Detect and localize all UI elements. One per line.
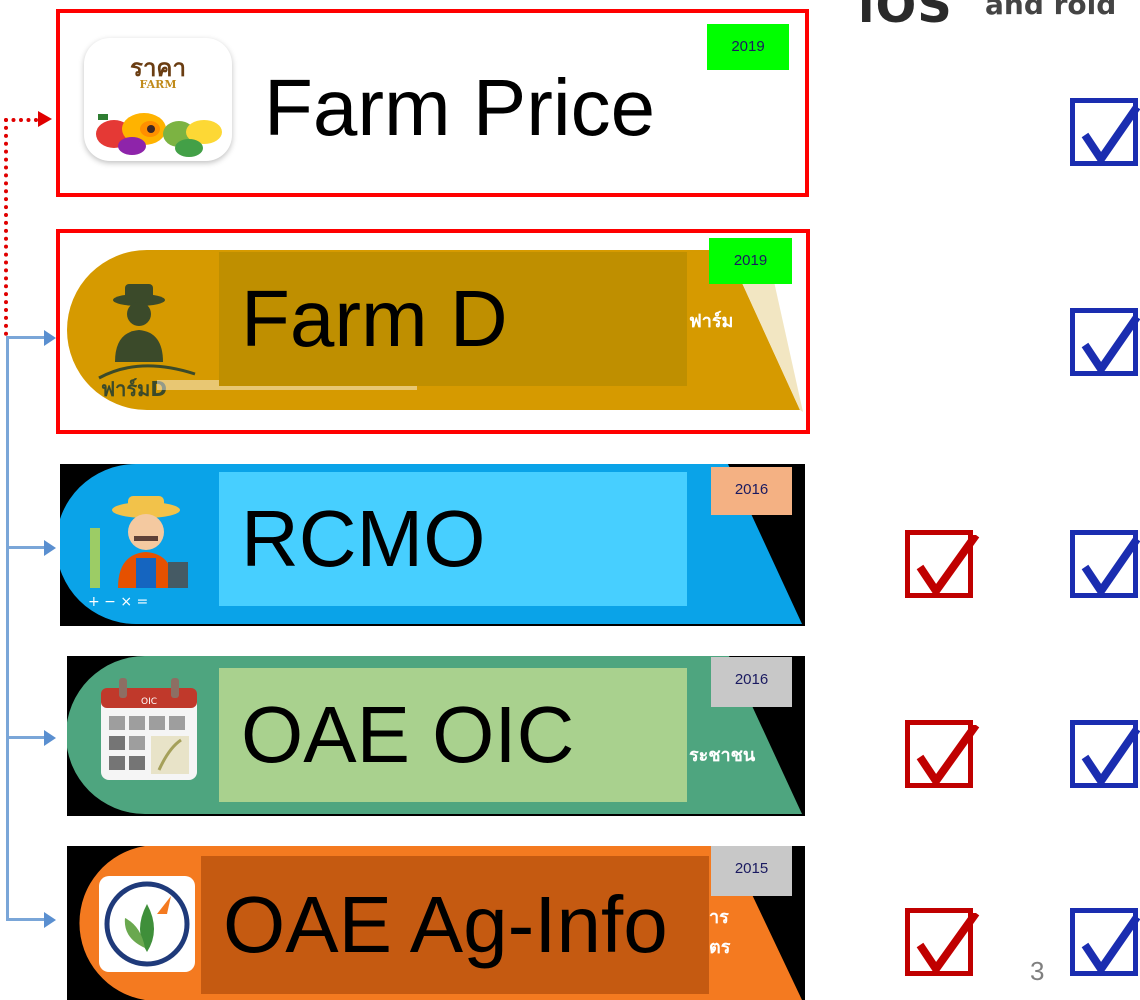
checkmark-icon [1081,314,1140,377]
oic-logo-text: OIC [141,697,157,707]
connector-branch [6,546,46,549]
arrow-right-icon [44,330,56,346]
year-badge: 2015 [711,846,792,896]
farmer-calculator-icon: + − × = [88,496,188,608]
dotted-link-vertical [4,118,8,336]
checkmark-icon [1081,726,1140,789]
android-check-oae-oic[interactable] [1070,720,1140,789]
year-badge: 2019 [707,24,789,70]
farm-price-logo-subtext: FARM [139,78,177,91]
year-badge: 2016 [711,467,792,515]
oae-ag-info-title: OAE Ag-Info [201,856,709,994]
checkmark-icon [1081,104,1140,167]
arrow-right-icon [44,540,56,556]
android-check-farm-d[interactable] [1070,308,1140,377]
checkmark-icon [916,725,980,789]
oae-oic-side-text: ระชาชน [689,745,756,766]
arrow-right-icon [44,730,56,746]
year-badge: 2019 [709,238,792,284]
ios-check-oae-oic[interactable] [905,720,980,789]
oae-oic-title: OAE OIC [219,668,687,802]
dotted-link-horizontal [4,118,38,122]
connector-trunk [6,336,9,918]
android-check-oae-ag-info[interactable] [1070,908,1140,977]
year-badge: 2016 [711,657,792,707]
connector-branch [6,336,46,339]
leaf-growth-icon [99,876,195,972]
farm-d-highlight-border [56,229,810,434]
farm-price-title: Farm Price [264,63,656,152]
checkmark-icon [1081,536,1140,599]
android-check-rcmo[interactable] [1070,530,1140,599]
checkmark-icon [1081,914,1140,977]
checkmark-icon [916,913,980,977]
arrow-right-icon [44,912,56,928]
page-number: 3 [1030,956,1045,986]
calendar-icon: OIC [101,678,197,780]
android-check-farm-price[interactable] [1070,98,1140,167]
fruit-basket-icon [96,113,222,157]
connector-branch [6,918,46,921]
ag-info-side-text-2: ตร [709,937,731,958]
ios-platform-label: iOS [858,0,953,34]
checkmark-icon [916,535,980,599]
ios-check-rcmo[interactable] [905,530,980,599]
ag-info-side-text-1: าร [709,907,729,928]
svg-text:+ − × =: + − × = [88,594,148,608]
farm-price-logo: ราคา FARM [84,38,232,161]
red-arrow-right-icon [38,111,52,127]
rcmo-title: RCMO [219,472,687,606]
ios-check-oae-ag-info[interactable] [905,908,980,977]
android-platform-label: and roid [985,0,1117,21]
connector-branch [6,736,46,739]
